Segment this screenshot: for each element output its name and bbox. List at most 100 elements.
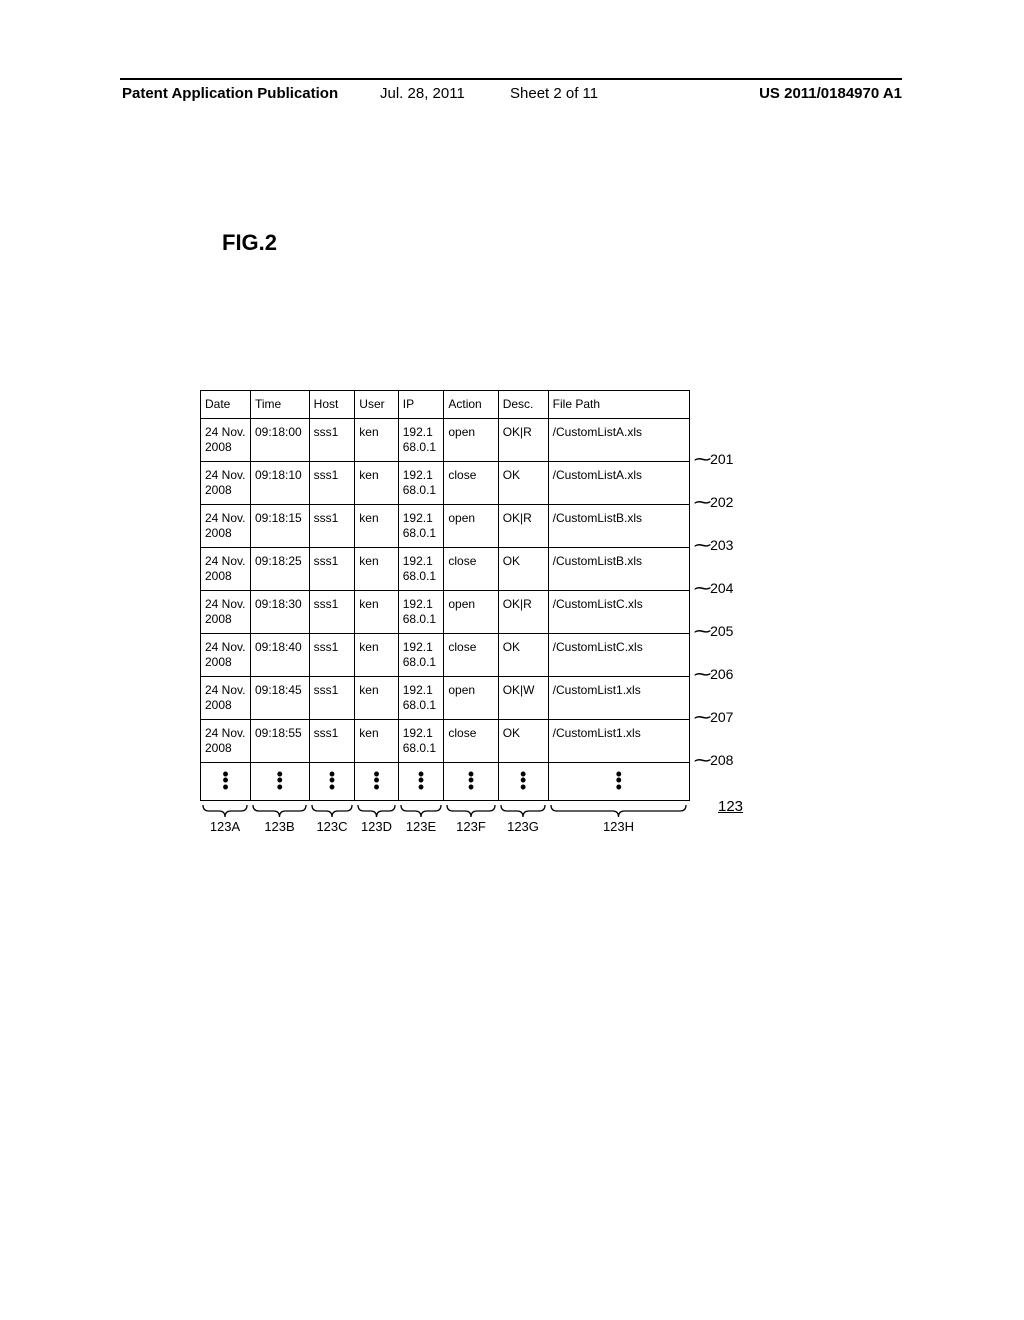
- row-reference-number: ∼201: [695, 450, 733, 471]
- header-left: Patent Application Publication: [122, 85, 338, 102]
- cell-host: sss1: [309, 419, 355, 462]
- col-header-action: Action: [444, 391, 498, 419]
- ellipsis-cell: •••: [444, 763, 498, 801]
- col-header-date: Date: [201, 391, 251, 419]
- cell-desc: OK: [498, 720, 548, 763]
- table-row: 24 Nov. 200809:18:15sss1ken192.168.0.1op…: [201, 505, 690, 548]
- cell-ip: 192.168.0.1: [398, 548, 444, 591]
- cell-time: 09:18:00: [250, 419, 309, 462]
- cell-date: 24 Nov. 2008: [201, 548, 251, 591]
- cell-action: close: [444, 634, 498, 677]
- cell-host: sss1: [309, 505, 355, 548]
- cell-time: 09:18:25: [250, 548, 309, 591]
- table-row: 24 Nov. 200809:18:25sss1ken192.168.0.1cl…: [201, 548, 690, 591]
- tilde-icon: ∼: [692, 449, 713, 470]
- cell-user: ken: [355, 634, 398, 677]
- cell-desc: OK|R: [498, 505, 548, 548]
- row-reference-number: ∼202: [695, 493, 733, 514]
- column-reference-label: 123G: [498, 819, 548, 834]
- cell-user: ken: [355, 548, 398, 591]
- tilde-icon: ∼: [692, 492, 713, 513]
- cell-user: ken: [355, 505, 398, 548]
- cell-desc: OK|W: [498, 677, 548, 720]
- ellipsis-cell: •••: [548, 763, 689, 801]
- cell-host: sss1: [309, 634, 355, 677]
- cell-ip: 192.168.0.1: [398, 419, 444, 462]
- cell-desc: OK: [498, 634, 548, 677]
- col-header-user: User: [355, 391, 398, 419]
- cell-desc: OK: [498, 548, 548, 591]
- log-table-container: Date Time Host User IP Action Desc. File…: [200, 390, 690, 801]
- row-reference-number: ∼208: [695, 751, 733, 772]
- cell-action: close: [444, 462, 498, 505]
- col-header-desc: Desc.: [498, 391, 548, 419]
- row-reference-number: ∼203: [695, 536, 733, 557]
- header-date: Jul. 28, 2011: [380, 85, 465, 102]
- cell-user: ken: [355, 462, 398, 505]
- table-row: 24 Nov. 200809:18:45sss1ken192.168.0.1op…: [201, 677, 690, 720]
- cell-date: 24 Nov. 2008: [201, 677, 251, 720]
- table-row: 24 Nov. 200809:18:30sss1ken192.168.0.1op…: [201, 591, 690, 634]
- table-reference-number: 123: [718, 798, 743, 815]
- cell-date: 24 Nov. 2008: [201, 591, 251, 634]
- cell-file: /CustomListC.xls: [548, 591, 689, 634]
- cell-action: close: [444, 548, 498, 591]
- column-reference-label: 123A: [200, 819, 250, 834]
- cell-desc: OK|R: [498, 591, 548, 634]
- cell-file: /CustomList1.xls: [548, 720, 689, 763]
- cell-file: /CustomListA.xls: [548, 419, 689, 462]
- col-header-host: Host: [309, 391, 355, 419]
- tilde-icon: ∼: [692, 750, 713, 771]
- cell-file: /CustomListC.xls: [548, 634, 689, 677]
- tilde-icon: ∼: [692, 664, 713, 685]
- cell-action: open: [444, 419, 498, 462]
- col-header-ip: IP: [398, 391, 444, 419]
- tilde-icon: ∼: [692, 707, 713, 728]
- tilde-icon: ∼: [692, 621, 713, 642]
- cell-user: ken: [355, 591, 398, 634]
- cell-ip: 192.168.0.1: [398, 677, 444, 720]
- column-reference-label: 123C: [309, 819, 355, 834]
- ellipsis-cell: •••: [498, 763, 548, 801]
- ellipsis-row: ••••••••••••••••••••••••: [201, 763, 690, 801]
- cell-user: ken: [355, 720, 398, 763]
- ellipsis-cell: •••: [309, 763, 355, 801]
- header-sheet: Sheet 2 of 11: [510, 85, 598, 102]
- ellipsis-cell: •••: [398, 763, 444, 801]
- cell-desc: OK: [498, 462, 548, 505]
- cell-host: sss1: [309, 677, 355, 720]
- cell-time: 09:18:30: [250, 591, 309, 634]
- row-reference-number: ∼206: [695, 665, 733, 686]
- column-reference-label: 123B: [250, 819, 309, 834]
- table-row: 24 Nov. 200809:18:55sss1ken192.168.0.1cl…: [201, 720, 690, 763]
- cell-action: open: [444, 505, 498, 548]
- table-header-row: Date Time Host User IP Action Desc. File…: [201, 391, 690, 419]
- col-header-time: Time: [250, 391, 309, 419]
- column-reference-label: 123H: [548, 819, 689, 834]
- cell-action: open: [444, 677, 498, 720]
- table-row: 24 Nov. 200809:18:10sss1ken192.168.0.1cl…: [201, 462, 690, 505]
- ellipsis-cell: •••: [355, 763, 398, 801]
- ellipsis-cell: •••: [250, 763, 309, 801]
- row-reference-number: ∼205: [695, 622, 733, 643]
- cell-date: 24 Nov. 2008: [201, 634, 251, 677]
- column-reference-label: 123F: [444, 819, 498, 834]
- cell-host: sss1: [309, 462, 355, 505]
- cell-date: 24 Nov. 2008: [201, 720, 251, 763]
- cell-time: 09:18:10: [250, 462, 309, 505]
- header-right: US 2011/0184970 A1: [759, 85, 902, 102]
- tilde-icon: ∼: [692, 578, 713, 599]
- cell-action: open: [444, 591, 498, 634]
- row-reference-number: ∼207: [695, 708, 733, 729]
- cell-date: 24 Nov. 2008: [201, 419, 251, 462]
- cell-file: /CustomListA.xls: [548, 462, 689, 505]
- log-table: Date Time Host User IP Action Desc. File…: [200, 390, 690, 801]
- header-rule: [120, 78, 902, 80]
- cell-desc: OK|R: [498, 419, 548, 462]
- table-row: 24 Nov. 200809:18:40sss1ken192.168.0.1cl…: [201, 634, 690, 677]
- cell-time: 09:18:55: [250, 720, 309, 763]
- cell-time: 09:18:45: [250, 677, 309, 720]
- cell-ip: 192.168.0.1: [398, 591, 444, 634]
- cell-ip: 192.168.0.1: [398, 634, 444, 677]
- cell-ip: 192.168.0.1: [398, 462, 444, 505]
